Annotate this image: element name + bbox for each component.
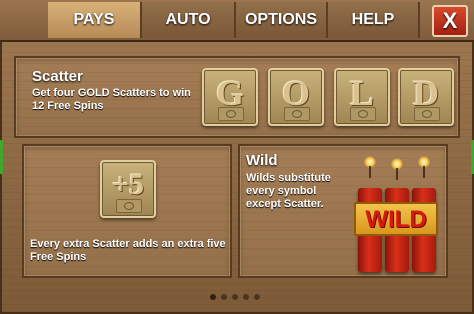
tab-bar: PAYS AUTO OPTIONS HELP X [0,0,474,42]
side-edge-indicator [0,140,3,174]
scatter-panel: Scatter Get four GOLD Scatters to win 12… [14,56,460,138]
plus-five-icon: +5 [100,160,156,218]
dynamite-wild-icon: WILD [348,156,446,274]
wild-symbol-text: WILD [365,206,427,233]
tile-plate [350,107,376,121]
close-button[interactable]: X [432,5,468,37]
page-dot[interactable] [254,294,260,300]
tile-plate [116,199,142,213]
fuse [396,168,398,180]
tile-plate [414,107,440,121]
gold-tile-icon: G [202,68,258,126]
gold-tile-icon: O [268,68,324,126]
page-dot[interactable] [243,294,249,300]
plus-five-label: +5 [111,168,145,201]
scatter-title: Scatter [32,68,83,85]
extra-scatter-panel: +5 Every extra Scatter adds an extra fiv… [22,144,232,278]
gold-tiles: G O L D [202,68,456,128]
tab-auto[interactable]: AUTO [142,2,236,38]
tab-pays[interactable]: PAYS [48,2,142,38]
wild-description: Wilds substitute every symbol except Sca… [246,172,331,210]
gold-tile-icon: L [334,68,390,126]
tab-help[interactable]: HELP [328,2,420,38]
wild-band: WILD [354,202,438,236]
scatter-description: Get four GOLD Scatters to win 12 Free Sp… [32,87,191,112]
page-dot[interactable] [221,294,227,300]
tab-options[interactable]: OPTIONS [236,2,328,38]
fuse [423,166,425,178]
close-icon: X [442,8,458,33]
extra-scatter-description: Every extra Scatter adds an extra five F… [30,238,226,263]
gold-tile-icon: D [398,68,454,126]
tile-plate [284,107,310,121]
wild-panel: Wild Wilds substitute every symbol excep… [238,144,448,278]
wild-title: Wild [246,152,278,169]
fuse [369,166,371,178]
page-dot[interactable] [232,294,238,300]
page-dot[interactable] [210,294,216,300]
page-indicator [210,294,264,302]
tile-plate [218,107,244,121]
